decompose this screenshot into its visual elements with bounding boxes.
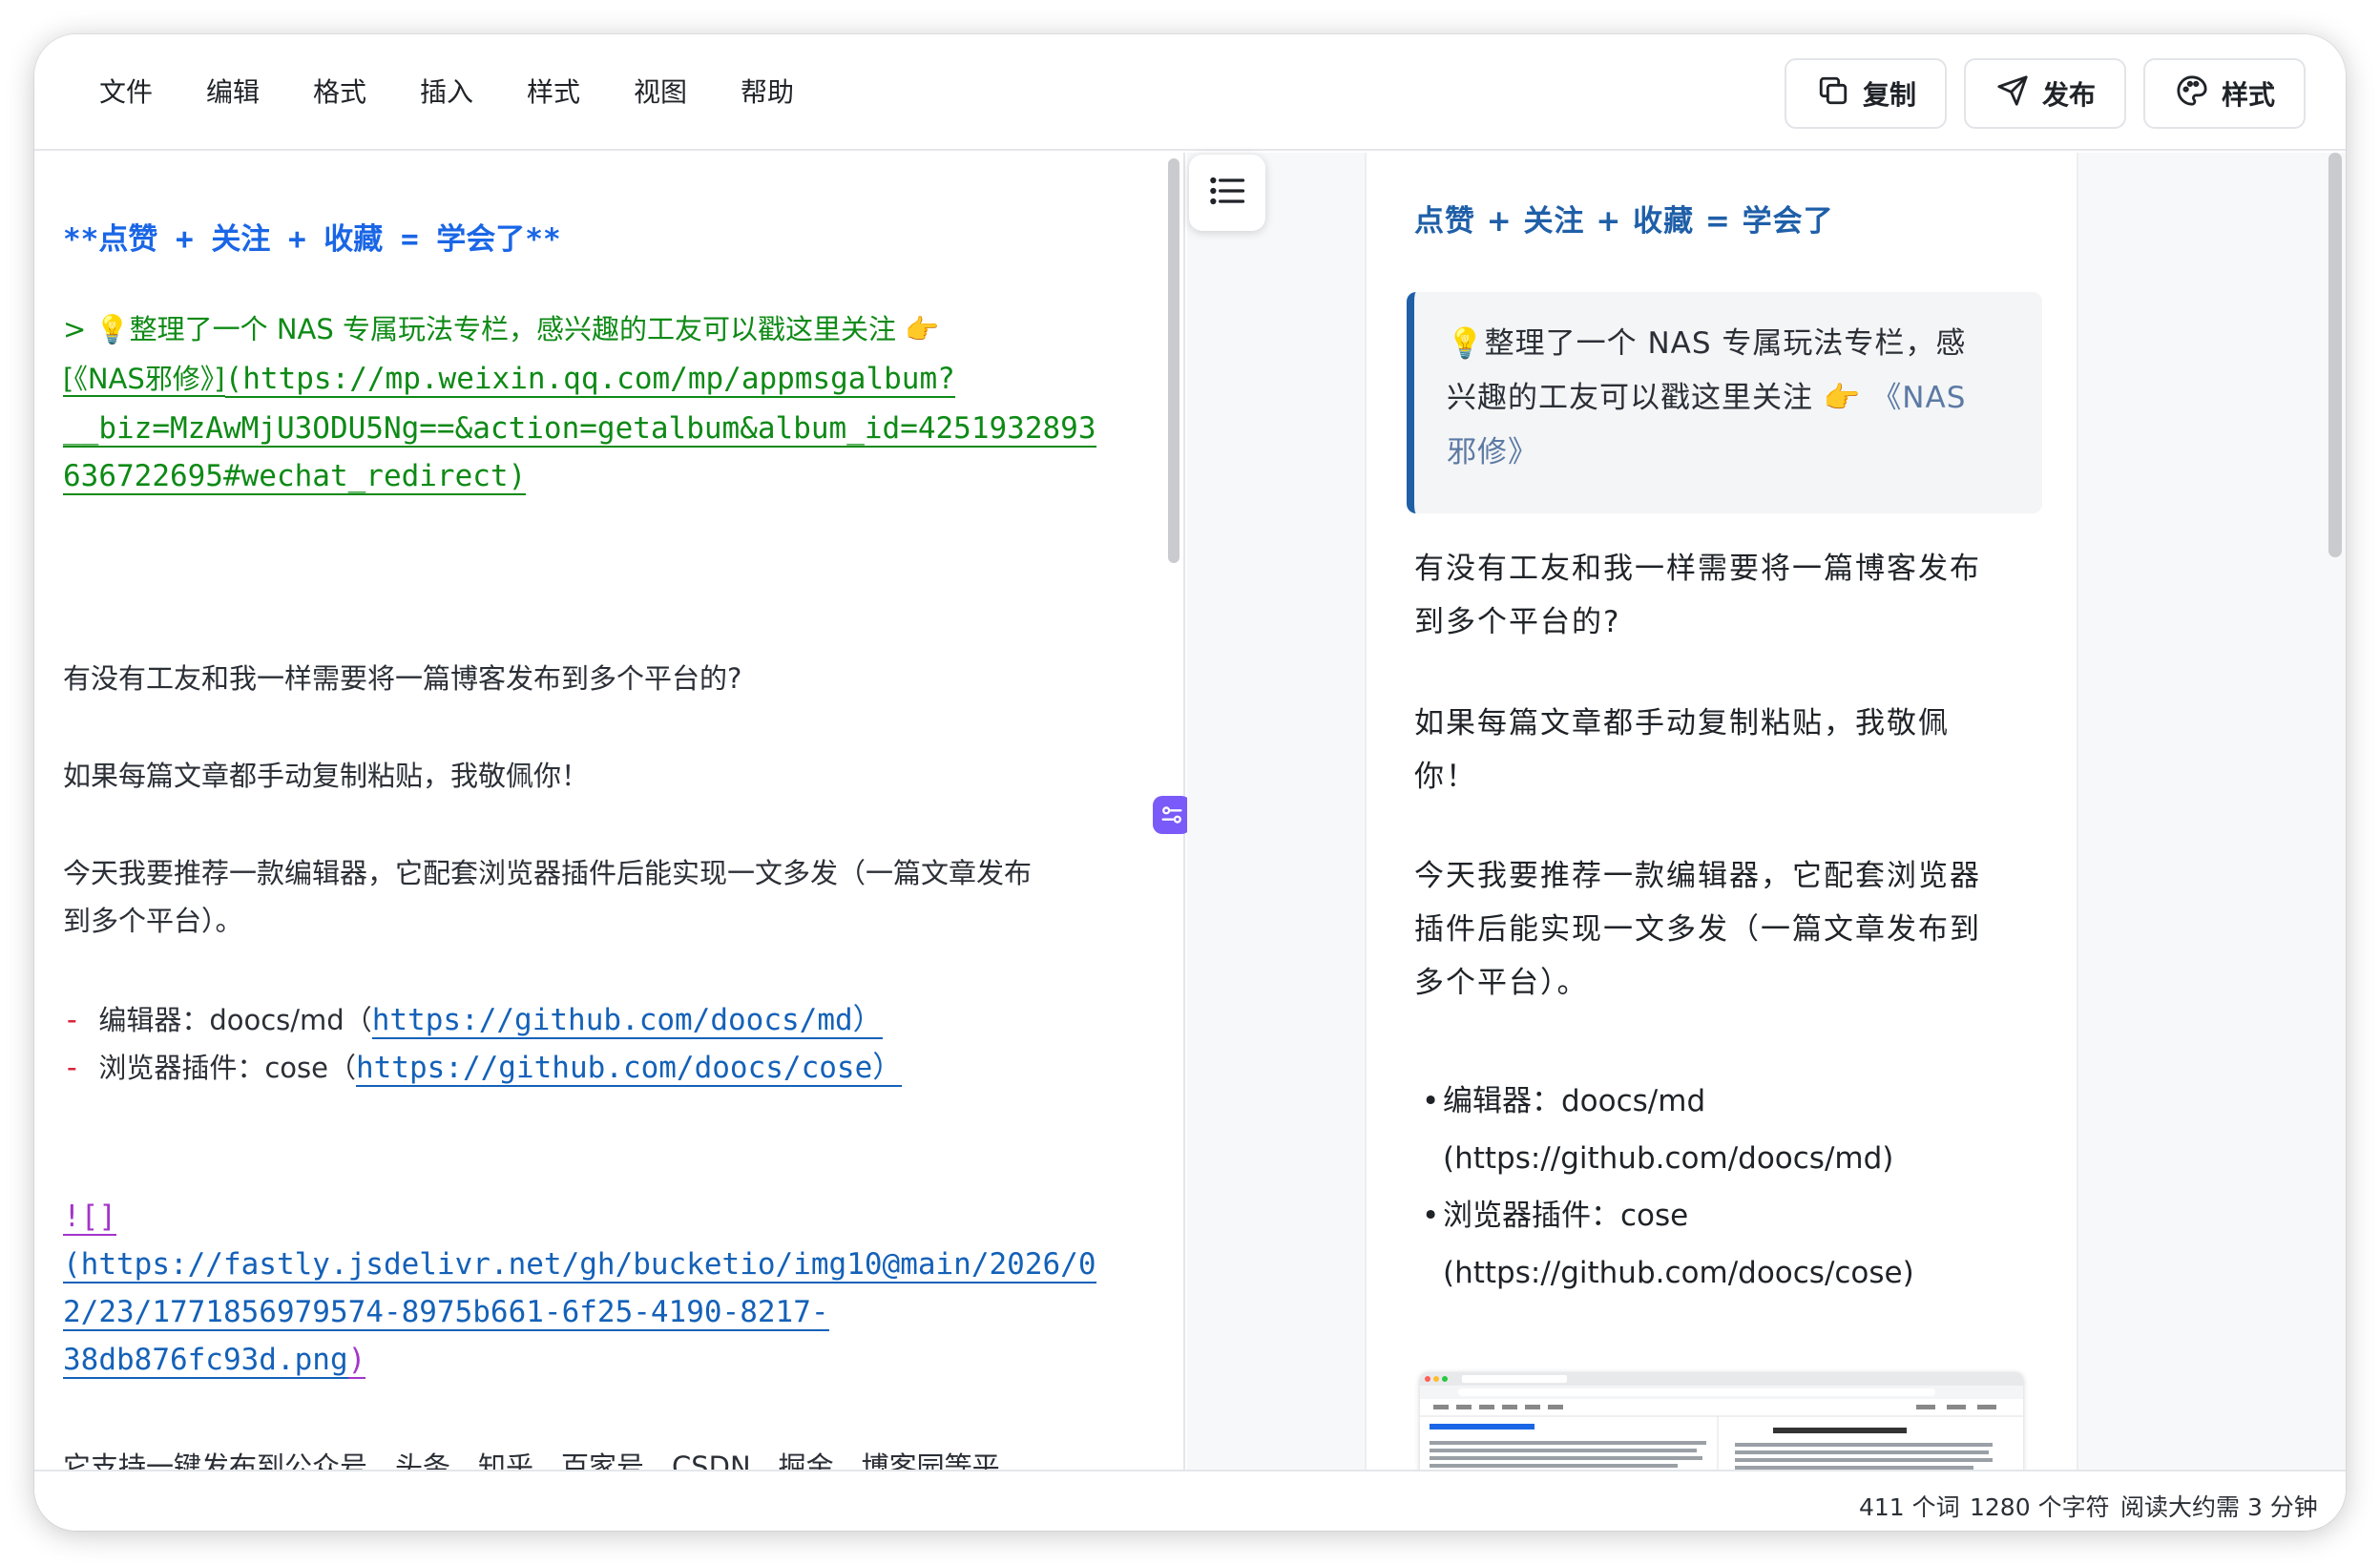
menu-help[interactable]: 帮助 [741,73,847,113]
editor-paragraph-1: 有没有工友和我一样需要将一篇博客发布到多个平台的? [63,662,742,695]
read-time: 阅读大约需 3 分钟 [2120,1493,2318,1521]
editor-paragraph-3-line-1: 今天我要推荐一款编辑器，它配套浏览器插件后能实现一文多发（一篇文章发布 [63,857,1033,889]
editor-quote-link-url-3: 636722695#wechat_redirect [63,459,509,495]
preview-paragraph-3-line-2: 插件后能实现一文多发（一篇文章发布到 [1414,912,1981,947]
style-button[interactable]: 样式 [2143,58,2306,129]
editor-image-url-line-1: (https://fastly.jsdelivr.net/gh/bucketio… [63,1241,1170,1289]
preview-bullet: • [1422,1199,1440,1233]
preview-list-item-1-line-2: (https://github.com/doocs/md) [1443,1141,1894,1176]
menu-format[interactable]: 格式 [313,73,420,113]
editor-list-item-2-label: 浏览器插件：cose（ [98,1052,356,1084]
editor-list-item-1-link: https://github.com/doocs/md） [371,1003,883,1039]
outline-list-icon [1206,170,1248,216]
menu-insert[interactable]: 插入 [420,73,527,113]
preview-bullet: • [1422,1084,1440,1118]
editor-paragraph-2: 如果每篇文章都手动复制粘贴，我敬佩你！ [63,760,590,792]
preview-heading: 点赞 + 关注 + 收藏 = 学会了 [1414,204,1834,239]
preview-quote-line-2-text: 兴趣的工友可以戳这里关注 👉 [1447,381,1862,415]
send-icon [1996,74,2029,114]
publish-button[interactable]: 发布 [1964,58,2126,129]
palette-icon [2176,74,2208,114]
menu-file[interactable]: 文件 [99,73,206,113]
app-window: 文件 编辑 格式 插入 样式 视图 帮助 复制 发布 样式 **点赞 + 关注 … [34,34,2346,1531]
menu-style[interactable]: 样式 [527,73,634,113]
editor-heading-line: **点赞 + 关注 + 收藏 = 学会了** [63,222,561,257]
preview-paragraph-2-line-1: 如果每篇文章都手动复制粘贴，我敬佩 [1414,706,1950,741]
preview-quote-link-part-1[interactable]: 《NAS [1871,381,1966,415]
editor-image-close: ) [347,1343,366,1379]
preview-list-item-2: • 浏览器插件：cose (https://github.com/doocs/c… [1422,1187,2054,1302]
editor-list-item-2-link: https://github.com/doocs/cose） [355,1051,903,1087]
word-count: 411 个词 [1859,1493,1960,1521]
preview-quote-link-part-2[interactable]: 邪修》 [1447,426,2023,480]
preview-quote-line-1: 💡整理了一个 NAS 专属玩法专栏，感 [1447,326,1967,361]
preview-paragraph-1-line-2: 到多个平台的? [1414,605,1621,639]
preview-scrollbar[interactable] [2328,153,2342,557]
markdown-editor[interactable]: **点赞 + 关注 + 收藏 = 学会了** > 💡整理了一个 NAS 专属玩法… [34,153,1185,1470]
copy-icon [1817,74,1849,114]
editor-list-item-1: - 编辑器：doocs/md（https://github.com/doocs/… [63,996,1170,1045]
editor-quote-link-close: ) [508,459,527,495]
style-button-label: 样式 [2222,79,2276,111]
editor-paragraph-3-line-2: 到多个平台）。 [63,905,243,937]
editor-list-dash: - [63,1003,81,1037]
editor-image-url-2: 2/23/1771856979574-8975b661-6f25-4190-82… [63,1295,829,1331]
editor-image-url-line-3: 38db876fc93d.png) [63,1336,1170,1385]
editor-image-url-3: 38db876fc93d.png [63,1343,348,1379]
preview-paragraph-3-line-1: 今天我要推荐一款编辑器，它配套浏览器 [1414,859,1981,893]
copy-button[interactable]: 复制 [1785,58,1947,129]
editor-quote-link-url-1: (https://mp.weixin.qq.com/mp/appmsgalbum… [224,362,955,398]
editor-quote-link-line-3: 636722695#wechat_redirect) [63,452,1170,501]
editor-quote-link-line-2: __biz=MzAwMjU3ODU5Ng==&action=getalbum&a… [63,405,1170,453]
editor-list-item-1-label: 编辑器：doocs/md（ [98,1004,372,1036]
editor-image-url-1: (https://fastly.jsdelivr.net/gh/bucketio… [63,1247,1096,1283]
toolbar: 文件 编辑 格式 插入 样式 视图 帮助 复制 发布 样式 [34,34,2346,151]
editor-image-url-line-2: 2/23/1771856979574-8975b661-6f25-4190-82… [63,1288,1170,1337]
preview-screenshot-image [1420,1372,2023,1470]
outline-toggle-button[interactable] [1189,155,1265,231]
editor-image-mark: ![] [63,1193,1170,1242]
menu-bar: 文件 编辑 格式 插入 样式 视图 帮助 [99,73,847,113]
char-count: 1280 个字符 [1970,1493,2110,1521]
menu-edit[interactable]: 编辑 [206,73,313,113]
preview-list-item-1: • 编辑器：doocs/md (https://github.com/doocs… [1422,1073,2054,1187]
preview-list-item-2-line-1: 浏览器插件：cose [1443,1199,1689,1233]
menu-view[interactable]: 视图 [634,73,741,113]
editor-image-alt: ![] [63,1200,116,1236]
toggle-icon[interactable] [1153,796,1191,834]
preview-list-item-2-line-2: (https://github.com/doocs/cose) [1443,1256,1914,1290]
preview-quote-line-2: 兴趣的工友可以戳这里关注 👉 《NAS [1447,371,2023,426]
copy-button-label: 复制 [1863,79,1917,111]
editor-quote-line: > 💡整理了一个 NAS 专属玩法专栏，感兴趣的工友可以戳这里关注 👉 [63,313,940,345]
preview-blockquote: 💡整理了一个 NAS 专属玩法专栏，感 兴趣的工友可以戳这里关注 👉 《NAS … [1407,292,2042,513]
preview-list-item-1-line-1: 编辑器：doocs/md [1443,1084,1706,1118]
editor-list-item-2: - 浏览器插件：cose（https://github.com/doocs/co… [63,1044,1170,1093]
preview-article: 点赞 + 关注 + 收藏 = 学会了 💡整理了一个 NAS 专属玩法专栏，感 兴… [1365,153,2078,1470]
publish-button-label: 发布 [2042,79,2097,111]
preview-paragraph-1-line-1: 有没有工友和我一样需要将一篇博客发布 [1414,552,1981,586]
status-bar: 411 个词 1280 个字符 阅读大约需 3 分钟 [34,1470,2346,1531]
preview-paragraph-3-line-3: 多个平台）。 [1414,966,1589,1000]
editor-list-dash: - [63,1051,81,1085]
preview-pane[interactable]: 点赞 + 关注 + 收藏 = 学会了 💡整理了一个 NAS 专属玩法专栏，感 兴… [1187,153,2346,1470]
editor-scrollbar[interactable] [1168,158,1180,563]
editor-quote-link-text: [《NAS邪修》] [63,363,225,397]
preview-paragraph-2-line-2: 你！ [1414,760,1477,794]
editor-partial-line: 它支持一键发布到公众号、头条、知乎、百家号、CSDN、掘金、博客园等平 [63,1450,1000,1470]
editor-quote-link-url-2: __biz=MzAwMjU3ODU5Ng==&action=getalbum&a… [63,411,1096,448]
editor-quote-link-line-1: [《NAS邪修》](https://mp.weixin.qq.com/mp/ap… [63,355,1170,404]
